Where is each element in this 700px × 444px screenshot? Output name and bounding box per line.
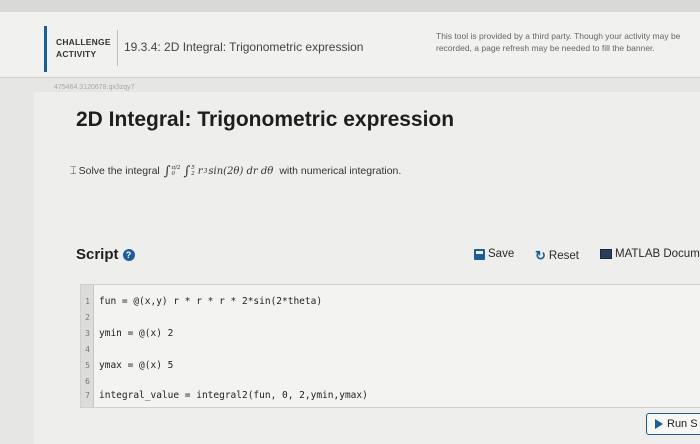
badge-separator	[117, 30, 118, 66]
save-button[interactable]: Save	[474, 248, 514, 260]
problem-statement: ⌶ Solve the integral ∫ π/2 0 ∫ 5 2 r 3 sin(2θ)…	[70, 160, 401, 182]
reset-icon: ↻	[535, 248, 546, 263]
code-line[interactable]: 2	[81, 312, 700, 324]
code-line[interactable]: 3 ymin = @(x) 2	[81, 328, 700, 340]
page-title: 2D Integral: Trigonometric expression	[76, 108, 455, 131]
code-line[interactable]: 6	[81, 376, 700, 388]
run-label: Run S	[667, 418, 698, 430]
code-line[interactable]: 5 ymax = @(x) 5	[81, 360, 700, 372]
save-label: Save	[488, 248, 515, 260]
reset-label: Reset	[548, 250, 579, 262]
save-icon	[474, 248, 485, 260]
problem-prefix: Solve the integral	[78, 165, 160, 177]
code-editor[interactable]: 1 fun = @(x,y) r * r * r * 2*sin(2*theta)…	[80, 284, 700, 408]
badge-line-1: CHALLENGE	[56, 37, 111, 47]
book-icon	[600, 249, 612, 259]
matlab-docs-link[interactable]: MATLAB Docum	[600, 248, 700, 260]
code-line[interactable]: 4	[81, 344, 700, 356]
play-icon	[655, 419, 663, 429]
activity-id: 475464.3120678.qx3zqy7	[54, 84, 135, 91]
reset-button[interactable]: ↻ Reset	[535, 248, 579, 264]
lesson-title: 19.3.4: 2D Integral: Trigonometric expre…	[124, 40, 364, 54]
banner-accent-bar	[44, 26, 47, 72]
problem-suffix: with numerical integration.	[279, 165, 402, 177]
run-button[interactable]: Run S	[646, 413, 700, 435]
badge-line-2: ACTIVITY	[56, 49, 97, 59]
code-line[interactable]: 7 integral_value = integral2(fun, 0, 2,ym…	[81, 390, 700, 402]
code-line[interactable]: 1 fun = @(x,y) r * r * r * 2*sin(2*theta)	[81, 296, 700, 308]
activity-banner: CHALLENGE ACTIVITY 19.3.4: 2D Integral: …	[0, 12, 700, 78]
third-party-notice: This tool is provided by a third party. …	[436, 31, 681, 53]
script-section-label: Script ?	[76, 246, 135, 263]
activity-type-badge: CHALLENGE ACTIVITY	[56, 36, 112, 60]
script-title: Script	[76, 246, 119, 263]
matlab-docs-label: MATLAB Docum	[615, 248, 700, 260]
browser-top-strip	[0, 0, 700, 12]
help-icon[interactable]: ?	[122, 248, 135, 261]
integral-expression: ∫ π/2 0 ∫ 5 2 r 3 sin(2θ) dr dθ	[163, 163, 274, 179]
cursor-icon: ⌶	[70, 164, 77, 177]
